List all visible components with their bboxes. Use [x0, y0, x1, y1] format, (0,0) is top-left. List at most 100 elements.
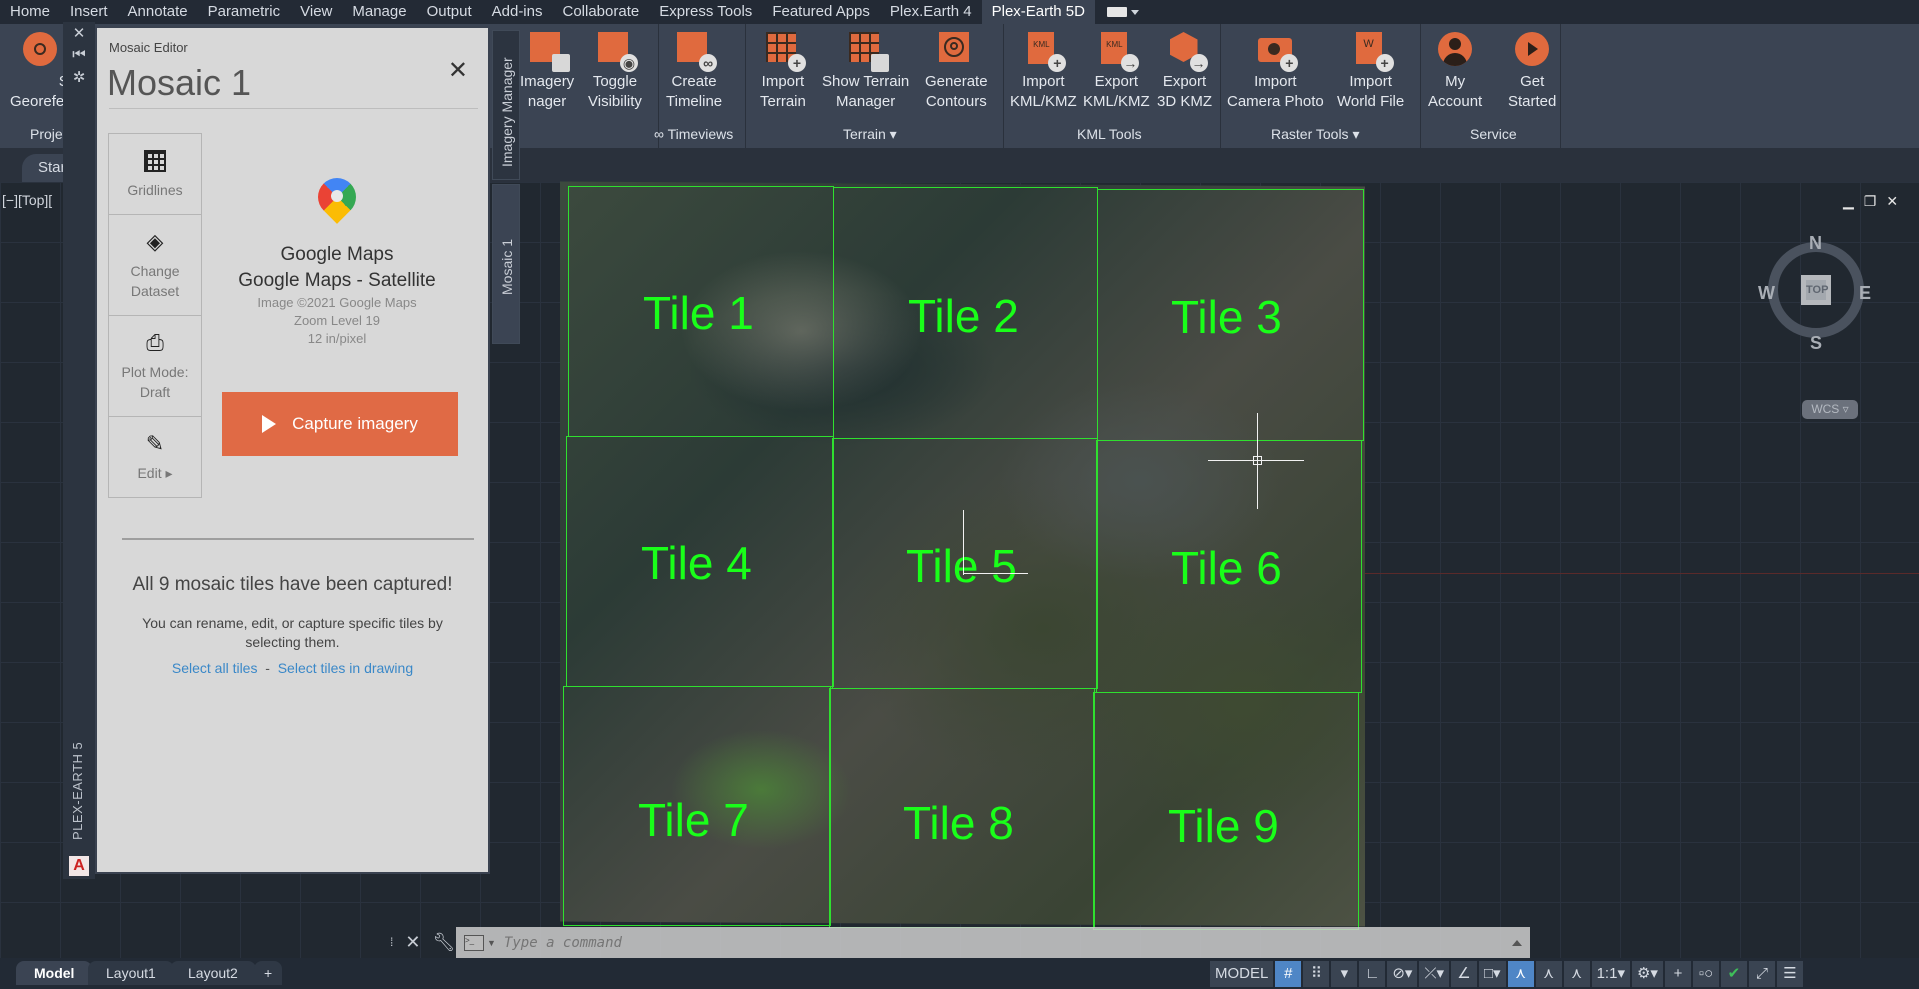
- tab-manage[interactable]: Manage: [342, 0, 416, 24]
- annotation-visibility-icon[interactable]: ⋏: [1507, 960, 1534, 987]
- compass-west[interactable]: W: [1758, 283, 1775, 304]
- gridlines-button[interactable]: Gridlines: [108, 133, 202, 215]
- annotation-monitor-icon[interactable]: +: [1664, 960, 1691, 987]
- tab-output[interactable]: Output: [417, 0, 482, 24]
- tab-parametric[interactable]: Parametric: [198, 0, 291, 24]
- cursor-pickbox: [1253, 456, 1262, 465]
- capture-imagery-button[interactable]: Capture imagery: [222, 392, 458, 456]
- create-timeline-button[interactable]: ∞ Create Timeline: [666, 30, 722, 112]
- close-icon[interactable]: ✕: [1886, 193, 1898, 210]
- generate-contours-button[interactable]: Generate Contours: [925, 30, 988, 112]
- ribbon-display-toggle[interactable]: [1106, 7, 1139, 17]
- grid-display-icon[interactable]: #: [1275, 960, 1302, 987]
- annotation-scale-icon[interactable]: ⋏: [1563, 960, 1590, 987]
- close-command-line-icon[interactable]: ✕: [405, 932, 420, 953]
- command-history-icon[interactable]: [1512, 939, 1522, 946]
- mosaic-editor-panel: Mosaic Editor Mosaic 1 ✕ Gridlines ◈ Cha…: [95, 26, 490, 874]
- compass-north[interactable]: N: [1809, 233, 1822, 254]
- plot-mode-button[interactable]: ⎙ Plot Mode: Draft: [108, 315, 202, 417]
- polar-tracking-icon[interactable]: ⊘▾: [1387, 960, 1418, 987]
- tab-annotate[interactable]: Annotate: [118, 0, 198, 24]
- command-prompt-icon[interactable]: >_: [464, 934, 484, 951]
- link-separator: -: [265, 660, 270, 676]
- auto-scale-icon[interactable]: ⋏: [1535, 960, 1562, 987]
- set-georeference-button[interactable]: Set Georefer: [10, 30, 81, 112]
- camera-photo-icon: +: [1256, 30, 1299, 72]
- properties-gear-icon[interactable]: ✲: [71, 68, 87, 86]
- tab-add-ins[interactable]: Add-ins: [482, 0, 553, 24]
- import-kml-button[interactable]: KML + Import KML/KMZ: [1010, 30, 1077, 112]
- tab-model[interactable]: Model: [16, 961, 93, 985]
- import-camera-photo-button[interactable]: + Import Camera Photo: [1227, 30, 1324, 112]
- import-world-file-button[interactable]: W + Import World File: [1337, 30, 1404, 112]
- tab-layout1[interactable]: Layout1: [88, 961, 174, 985]
- group-raster-tools: Raster Tools ▾: [1271, 126, 1360, 142]
- imagery-manager-icon: [528, 30, 571, 72]
- command-input[interactable]: [503, 934, 1404, 951]
- tab-featured-apps[interactable]: Featured Apps: [762, 0, 880, 24]
- viewcube-top-label[interactable]: TOP: [1806, 280, 1828, 300]
- snap-mode-icon[interactable]: ⠿: [1303, 960, 1330, 987]
- show-terrain-manager-button[interactable]: Show Terrain Manager: [822, 30, 909, 112]
- ribbon-separator: [745, 24, 746, 148]
- minimize-icon[interactable]: ▁: [1843, 193, 1854, 210]
- object-snap-tracking-icon[interactable]: ⤫▾: [1419, 960, 1449, 987]
- tab-collaborate[interactable]: Collaborate: [552, 0, 649, 24]
- tab-plex-earth-5d[interactable]: Plex-Earth 5D: [981, 0, 1095, 24]
- tab-insert[interactable]: Insert: [60, 0, 118, 24]
- mosaic-title: Mosaic 1: [107, 62, 252, 103]
- chevron-down-icon: [1130, 9, 1139, 15]
- import-terrain-button[interactable]: + Import Terrain: [760, 30, 806, 112]
- terrain-manager-icon: [847, 30, 889, 72]
- object-snap-icon[interactable]: □▾: [1478, 960, 1506, 987]
- tile-label: Tile 4: [641, 537, 752, 589]
- tab-plex-earth-4[interactable]: Plex.Earth 4: [880, 0, 982, 24]
- annotation-scale-dropdown[interactable]: 1:1▾: [1591, 960, 1630, 987]
- ortho-mode-icon[interactable]: ∟: [1359, 960, 1386, 987]
- customize-menu-icon[interactable]: ☰: [1776, 960, 1803, 987]
- toggle-visibility-button[interactable]: ◉ Toggle Visibility: [588, 30, 642, 112]
- panel-subtitle: Mosaic Editor: [109, 40, 188, 55]
- tab-layout2[interactable]: Layout2: [170, 961, 256, 985]
- import-kml-icon: KML +: [1024, 30, 1067, 72]
- wcs-dropdown[interactable]: WCS ▿: [1802, 400, 1858, 419]
- add-layout-button[interactable]: +: [254, 961, 283, 985]
- compass-south[interactable]: S: [1810, 333, 1822, 354]
- my-account-button[interactable]: My Account: [1428, 30, 1482, 112]
- divider: [109, 108, 478, 109]
- viewport-controls-label[interactable]: [−][Top][: [2, 192, 52, 208]
- compass-east[interactable]: E: [1859, 283, 1871, 304]
- snap-dropdown-icon[interactable]: ▾: [1331, 960, 1358, 987]
- drag-handle-icon[interactable]: ⁞: [390, 935, 393, 949]
- autohide-icon[interactable]: ⏮: [71, 46, 87, 63]
- export-kml-button[interactable]: KML → Export KML/KMZ: [1083, 30, 1150, 112]
- edit-button[interactable]: ✎ Edit ▸: [108, 416, 202, 498]
- viewcube[interactable]: TOP N S E W: [1758, 233, 1871, 367]
- customize-wrench-icon[interactable]: 🔧︎: [432, 932, 455, 953]
- tab-imagery-manager[interactable]: Imagery Manager: [492, 30, 520, 180]
- isometric-drafting-icon[interactable]: ∠: [1450, 960, 1477, 987]
- fullscreen-icon[interactable]: ⤢: [1748, 960, 1775, 987]
- select-all-tiles-link[interactable]: Select all tiles: [172, 660, 258, 676]
- tab-view[interactable]: View: [290, 0, 342, 24]
- tab-mosaic-1[interactable]: Mosaic 1: [492, 184, 520, 344]
- tab-home[interactable]: Home: [0, 0, 60, 24]
- select-tiles-in-drawing-link[interactable]: Select tiles in drawing: [278, 660, 413, 676]
- minimize-ribbon-icon: [1106, 7, 1127, 17]
- imagery-manager-button[interactable]: Imagery nager: [520, 30, 574, 112]
- menu-bar: Home Insert Annotate Parametric View Man…: [0, 0, 1919, 24]
- model-space-toggle[interactable]: MODEL: [1210, 960, 1274, 987]
- close-icon[interactable]: ✕: [448, 56, 468, 85]
- get-started-button[interactable]: Get Started: [1508, 30, 1556, 112]
- grid-icon: [142, 148, 168, 174]
- workspace-gear-icon[interactable]: ⚙▾: [1631, 960, 1663, 987]
- tab-express-tools[interactable]: Express Tools: [649, 0, 762, 24]
- change-dataset-button[interactable]: ◈ Change Dataset: [108, 214, 202, 316]
- export-3d-kmz-button[interactable]: → Export 3D KMZ: [1157, 30, 1212, 112]
- chevron-down-icon[interactable]: ▼: [487, 938, 496, 948]
- units-icon[interactable]: ▫○: [1692, 960, 1719, 987]
- plex-earth-status-icon[interactable]: ✔: [1720, 960, 1747, 987]
- restore-icon[interactable]: ❐: [1864, 193, 1877, 210]
- close-palette-icon[interactable]: ✕: [71, 24, 87, 42]
- group-terrain: Terrain ▾: [843, 126, 897, 142]
